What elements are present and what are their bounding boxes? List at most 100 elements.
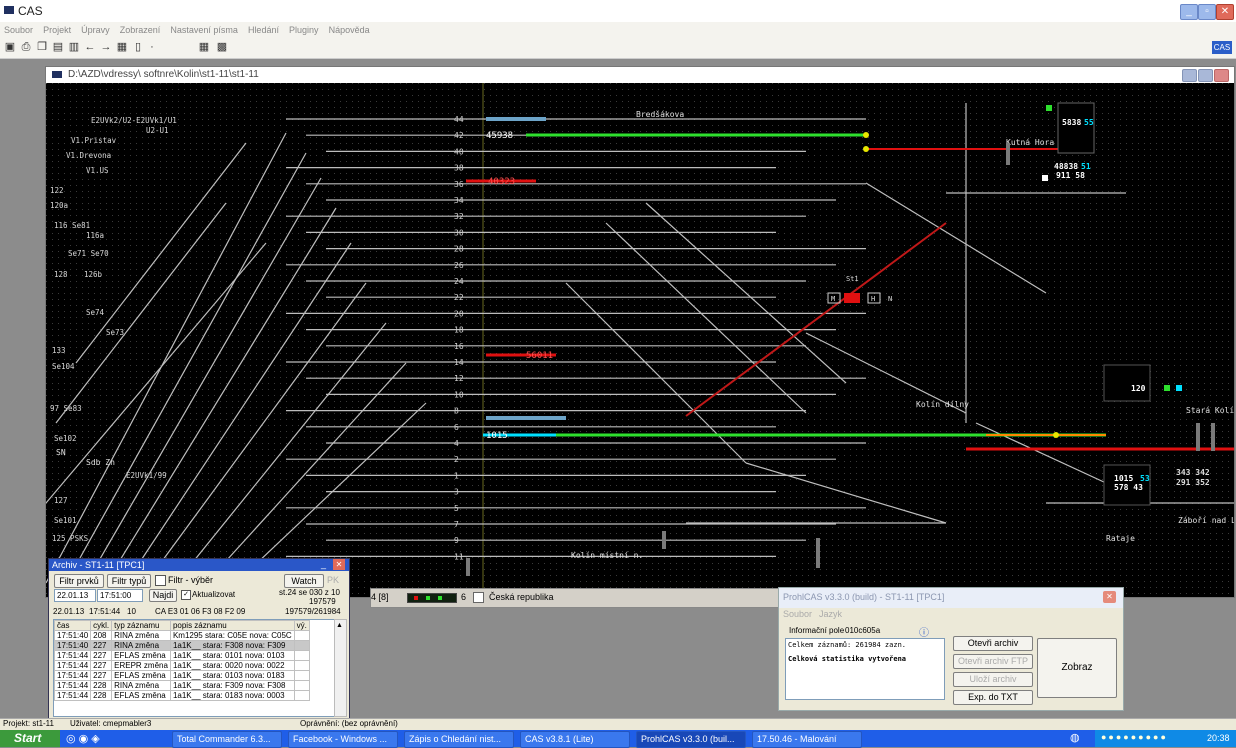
- train-number[interactable]: 56011: [526, 351, 553, 361]
- prohlcas-menu-language[interactable]: Jazyk: [819, 609, 842, 619]
- actualize-label: Aktualizovat: [192, 590, 236, 599]
- time-from-input[interactable]: 17:51:00: [97, 589, 143, 602]
- summary-bytes: CA E3 01 06 F3 08 F2 09: [155, 607, 246, 616]
- menu-napoveda[interactable]: Nápověda: [329, 25, 370, 35]
- signal-label: M: [831, 295, 835, 303]
- tray-icons[interactable]: ●●●●●●●●●: [1101, 732, 1168, 742]
- task-prohlcas[interactable]: ProhlCAS v3.3.0 (buil...: [636, 731, 746, 748]
- quick-launch-icons[interactable]: ◎ ◉ ◈: [66, 732, 100, 745]
- track-number: 22: [454, 293, 464, 302]
- back-icon[interactable]: ←: [84, 41, 96, 53]
- child-close-button[interactable]: [1214, 69, 1229, 82]
- archive-window: Archiv - ST1-11 [TPC1] _ ✕ Filtr prvků F…: [48, 558, 350, 720]
- track-window: D:\AZD\vdressy\ softnre\Kolin\st1-11\st1…: [45, 66, 1235, 598]
- minimize-button[interactable]: _: [1180, 4, 1198, 20]
- grid-icon[interactable]: ▦: [116, 41, 128, 53]
- print-icon[interactable]: ⎙: [20, 41, 32, 53]
- menu-projekt[interactable]: Projekt: [43, 25, 71, 35]
- table-row[interactable]: 17:51:44 227 EFLAS změna 1a1K__ stara: 0103…: [54, 670, 310, 681]
- watch-button[interactable]: Watch: [284, 574, 324, 588]
- date-from-input[interactable]: 22.01.13: [54, 589, 96, 602]
- status-project: Projekt: st1-11: [3, 719, 54, 728]
- archive-minimize-button[interactable]: _: [321, 559, 326, 569]
- task-facebook[interactable]: Facebook - Windows ...: [288, 731, 398, 748]
- open-icon[interactable]: ▣: [4, 41, 16, 53]
- table-icon[interactable]: ▦: [198, 41, 210, 53]
- train-number[interactable]: 45938: [486, 131, 513, 141]
- close-button[interactable]: ✕: [1216, 4, 1234, 20]
- paste-icon[interactable]: ▤: [52, 41, 64, 53]
- table-row[interactable]: 17:51:40 227 RINA změna 1a1K__ stara: F308 …: [54, 640, 310, 651]
- export-txt-button[interactable]: Exp. do TXT: [953, 690, 1033, 705]
- clock: 20:38: [1207, 733, 1230, 743]
- open-ftp-button[interactable]: Otevři archiv FTP: [953, 654, 1033, 669]
- task-zapis[interactable]: Zápis o Chledání nist...: [404, 731, 514, 748]
- filter-select-checkbox[interactable]: [155, 575, 166, 586]
- filter-types-button[interactable]: Filtr typů: [107, 574, 151, 588]
- train-number[interactable]: 40323: [488, 177, 515, 187]
- table-row[interactable]: 17:51:44 228 RINA změna 1a1K__ stara: F309 …: [54, 680, 310, 691]
- archive-close-button[interactable]: ✕: [333, 559, 345, 570]
- copy-icon[interactable]: ❐: [36, 41, 48, 53]
- find-button[interactable]: Najdi: [149, 589, 177, 602]
- archive-scrollbar[interactable]: ▲: [334, 619, 347, 717]
- task-malovani[interactable]: 17.50.46 - Malování: [752, 731, 862, 748]
- network-icon[interactable]: ◍: [1070, 731, 1080, 744]
- table-row[interactable]: 17:51:44 227 EREPR změna 1a1K__ stara: 0020…: [54, 660, 310, 671]
- menu-nastaveni-pisma[interactable]: Nastavení písma: [170, 25, 238, 35]
- col-time[interactable]: čas: [54, 620, 92, 631]
- start-button[interactable]: Start: [0, 730, 60, 747]
- filter-elements-button[interactable]: Filtr prvků: [54, 574, 104, 588]
- maximize-button[interactable]: ▫: [1198, 4, 1216, 20]
- track-number: 20: [454, 309, 464, 318]
- prohlcas-menu-file[interactable]: Soubor: [783, 609, 812, 619]
- child-maximize-button[interactable]: [1198, 69, 1213, 82]
- table-cell: 17:51:40: [54, 630, 92, 641]
- table-row[interactable]: 17:51:44 228 EFLAS změna 1a1K__ stara: 0183…: [54, 690, 310, 701]
- box-value: 53: [1140, 474, 1150, 483]
- open-archive-button[interactable]: Otevři archiv: [953, 636, 1033, 651]
- pk-button[interactable]: PK: [327, 575, 339, 585]
- menu-zobrazeni[interactable]: Zobrazení: [120, 25, 161, 35]
- save-archive-button[interactable]: Uloží archiv: [953, 672, 1033, 687]
- col-type[interactable]: typ záznamu: [111, 620, 171, 631]
- station-name: Kolín místní n.: [571, 551, 643, 560]
- child-minimize-button[interactable]: [1182, 69, 1197, 82]
- layout-icon[interactable]: ▩: [216, 41, 228, 53]
- track-number: 36: [454, 180, 464, 189]
- track-label: Se73: [106, 328, 124, 337]
- task-total-commander[interactable]: Total Commander 6.3...: [172, 731, 282, 748]
- table-row[interactable]: 17:51:44 227 EFLAS změna 1a1K__ stara: 0101…: [54, 650, 310, 661]
- signal-label: H: [871, 295, 875, 303]
- scroll-up-icon[interactable]: ▲: [336, 622, 343, 629]
- forward-icon[interactable]: →: [100, 41, 112, 53]
- menu-upravy[interactable]: Úpravy: [81, 25, 110, 35]
- table-row[interactable]: 17:51:40 208 RINA změna Km1295 stara: C05E …: [54, 630, 310, 641]
- station-name: Bredšákova: [636, 109, 684, 119]
- strip-checkbox[interactable]: [473, 592, 484, 603]
- menu-soubor[interactable]: Soubor: [4, 25, 33, 35]
- train-number[interactable]: 1015: [486, 431, 508, 441]
- signal-box-red[interactable]: [844, 293, 860, 303]
- col-description[interactable]: popis záznamu: [169, 620, 295, 631]
- show-button[interactable]: Zobraz: [1037, 638, 1117, 698]
- archive-title: Archiv - ST1-11 [TPC1]: [52, 560, 145, 570]
- col-cycle[interactable]: cykl.: [90, 620, 113, 631]
- menu-pluginy[interactable]: Pluginy: [289, 25, 319, 35]
- statistics-textarea[interactable]: Celkem záznamů: 261984 zazn. Celková sta…: [785, 638, 945, 700]
- box-value: 578 43: [1114, 483, 1143, 492]
- prohlcas-close-button[interactable]: ✕: [1103, 591, 1116, 603]
- page-icon[interactable]: ▯: [132, 41, 144, 53]
- col-output[interactable]: vý.: [293, 620, 310, 631]
- menu-hledani[interactable]: Hledání: [248, 25, 279, 35]
- track-number: 30: [454, 228, 464, 237]
- box-value: 55: [1084, 118, 1094, 127]
- cut-icon[interactable]: ▥: [68, 41, 80, 53]
- actualize-checkbox[interactable]: ✓: [181, 590, 191, 600]
- dropdown-icon[interactable]: ·: [146, 41, 158, 53]
- track-label: 116a: [86, 231, 104, 240]
- prohlcas-title: ProhlCAS v3.3.0 (build) - ST1-11 [TPC1]: [783, 592, 945, 602]
- track-label: V1.Drevona: [66, 151, 111, 160]
- signal-label: N: [888, 295, 892, 303]
- task-cas[interactable]: CAS v3.8.1 (Lite): [520, 731, 630, 748]
